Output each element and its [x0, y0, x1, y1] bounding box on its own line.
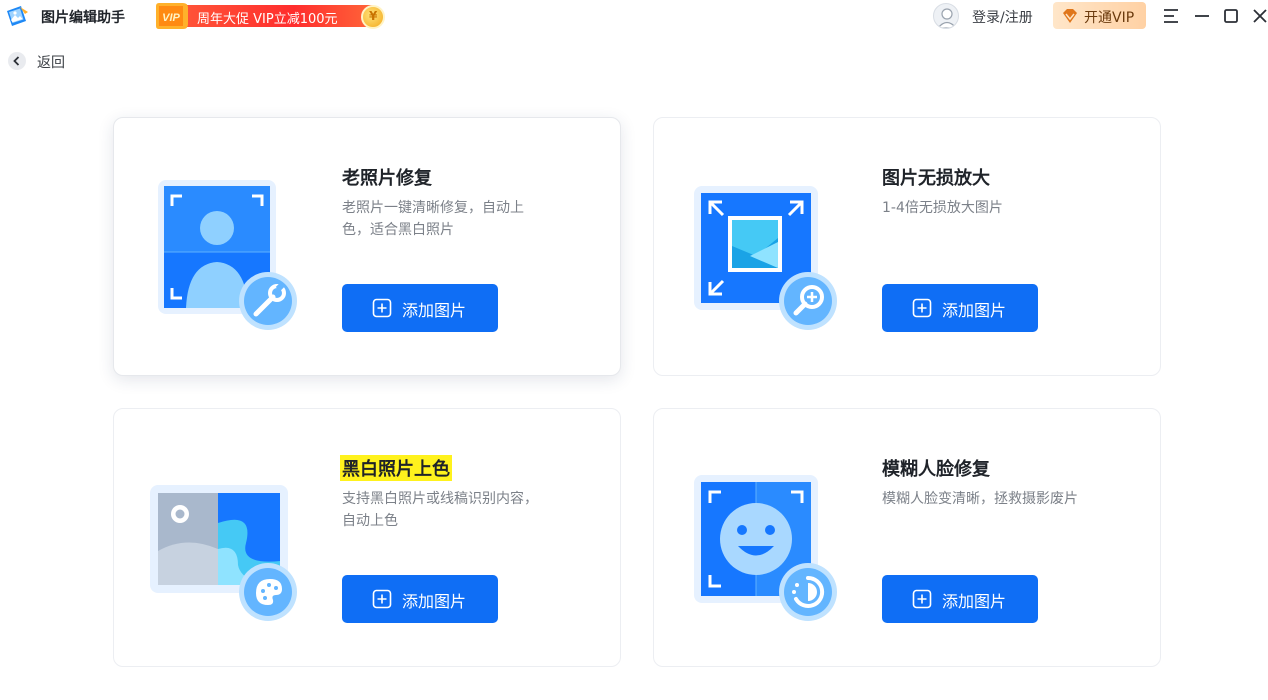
promo-banner[interactable]: VIP 周年大促 VIP立减100元 ¥ [153, 2, 387, 30]
vip-tag-icon: VIP [156, 3, 188, 29]
card-description: 1-4倍无损放大图片 [882, 200, 1003, 216]
plus-square-icon [912, 298, 932, 318]
card-description: 支持黑白照片或线稿识别内容，自动上色 [342, 491, 538, 529]
card-description: 老照片一键清晰修复，自动上色，适合黑白照片 [342, 200, 524, 238]
diamond-icon [1063, 9, 1077, 23]
card-title: 模糊人脸修复 [882, 459, 990, 480]
menu-icon[interactable] [1160, 5, 1182, 27]
add-image-label: 添加图片 [402, 301, 467, 320]
promo-text: 周年大促 VIP立减100元 [197, 12, 338, 27]
card-colorize-photo[interactable]: 黑白照片上色 支持黑白照片或线稿识别内容，自动上色 添加图片 [113, 408, 621, 667]
add-image-label: 添加图片 [942, 301, 1007, 320]
card-image-upscale[interactable]: 图片无损放大 1-4倍无损放大图片 添加图片 [653, 117, 1161, 376]
add-image-button[interactable]: 添加图片 [882, 575, 1038, 623]
face-restore-illustration [694, 475, 837, 621]
add-image-button[interactable]: 添加图片 [342, 284, 498, 332]
coin-symbol: ¥ [369, 9, 378, 23]
coin-icon: ¥ [361, 5, 385, 29]
old-photo-repair-illustration [158, 180, 297, 330]
back-label: 返回 [37, 55, 65, 71]
add-image-label: 添加图片 [402, 592, 467, 611]
add-image-button[interactable]: 添加图片 [342, 575, 498, 623]
minimize-icon[interactable] [1191, 5, 1213, 27]
card-description: 模糊人脸变清晰，拯救摄影废片 [882, 491, 1078, 507]
add-image-button[interactable]: 添加图片 [882, 284, 1038, 332]
card-title: 图片无损放大 [882, 168, 990, 189]
app-title: 图片编辑助手 [41, 10, 125, 26]
user-icon [937, 8, 957, 28]
open-vip-button[interactable]: 开通VIP [1053, 2, 1146, 29]
maximize-icon[interactable] [1220, 5, 1242, 27]
login-register-link[interactable]: 登录/注册 [972, 7, 1033, 27]
promo-tag-text: VIP [162, 12, 180, 24]
colorize-illustration [150, 485, 297, 621]
avatar[interactable] [933, 3, 959, 29]
plus-square-icon [912, 589, 932, 609]
plus-square-icon [372, 298, 392, 318]
card-old-photo-repair[interactable]: 老照片修复 老照片一键清晰修复，自动上色，适合黑白照片 添加图片 [113, 117, 621, 376]
title-bar: 图片编辑助手 VIP 周年大促 VIP立减100元 ¥ 登录/注册 开通VIP [0, 0, 1268, 32]
open-vip-label: 开通VIP [1084, 10, 1135, 26]
app-logo-icon [7, 6, 28, 26]
plus-square-icon [372, 589, 392, 609]
chevron-left-icon [8, 52, 26, 70]
card-title: 老照片修复 [342, 168, 432, 189]
image-upscale-illustration [694, 186, 837, 330]
add-image-label: 添加图片 [942, 592, 1007, 611]
close-icon[interactable] [1249, 5, 1268, 27]
card-title: 黑白照片上色 [340, 455, 452, 481]
card-face-restore[interactable]: 模糊人脸修复 模糊人脸变清晰，拯救摄影废片 添加图片 [653, 408, 1161, 667]
